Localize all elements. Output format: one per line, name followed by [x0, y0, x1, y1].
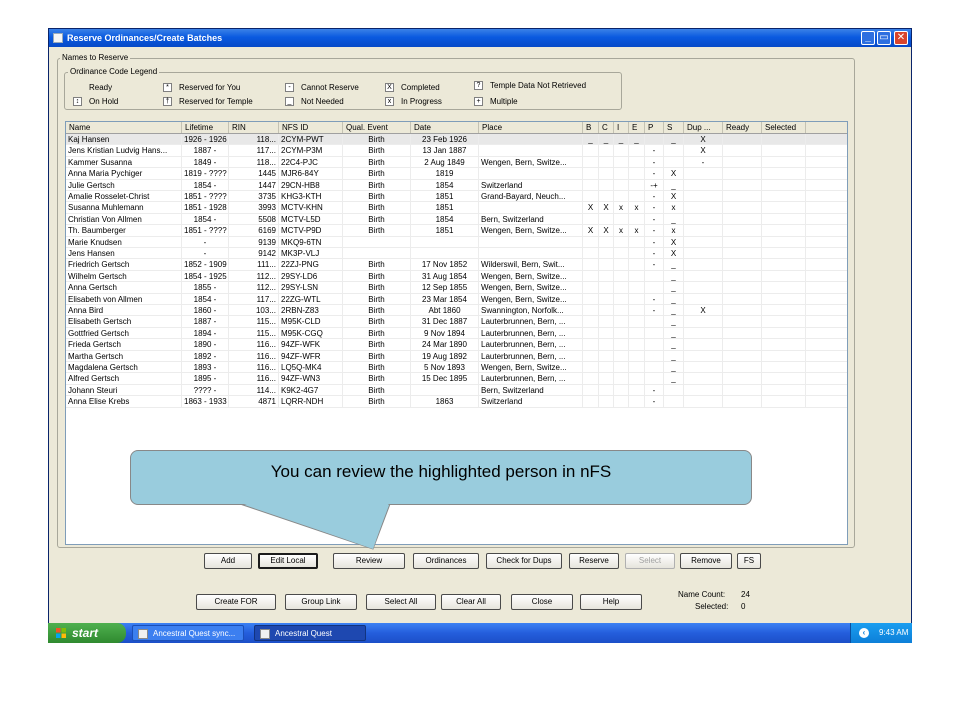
- selected-count-value: 0: [741, 602, 746, 611]
- add-button[interactable]: Add: [204, 553, 252, 569]
- close-button[interactable]: Close: [511, 594, 573, 610]
- ordinances-button[interactable]: Ordinances: [413, 553, 479, 569]
- name-count-label: Name Count:: [678, 590, 726, 599]
- taskbar-item-sync[interactable]: Ancestral Quest sync...: [132, 625, 244, 641]
- name-count-value: 24: [741, 590, 750, 599]
- windows-logo-icon: [56, 628, 66, 638]
- check-for-dups-button[interactable]: Check for Dups: [486, 553, 562, 569]
- edit-local-button[interactable]: Edit Local: [258, 553, 318, 569]
- clock: 9:43 AM: [879, 628, 909, 637]
- reserve-button[interactable]: Reserve: [569, 553, 619, 569]
- fs-button[interactable]: FS: [737, 553, 761, 569]
- selected-count-label: Selected:: [695, 602, 729, 611]
- help-button[interactable]: Help: [580, 594, 642, 610]
- taskbar-item-ancestral-quest[interactable]: Ancestral Quest: [254, 625, 366, 641]
- select-button[interactable]: Select: [625, 553, 675, 569]
- group-link-button[interactable]: Group Link: [285, 594, 357, 610]
- app-window-icon: [138, 629, 148, 639]
- create-for-button[interactable]: Create FOR: [196, 594, 276, 610]
- tray-arrow-icon[interactable]: ‹: [859, 628, 869, 638]
- start-label: start: [72, 626, 99, 640]
- callout-text: You can review the highlighted person in…: [270, 462, 612, 481]
- select-all-button[interactable]: Select All: [366, 594, 436, 610]
- app-window-icon: [260, 629, 270, 639]
- taskbar-item-label: Ancestral Quest: [275, 629, 332, 638]
- clear-all-button[interactable]: Clear All: [441, 594, 501, 610]
- system-tray: ‹ 9:43 AM: [850, 623, 912, 643]
- callout-pointer-cover: [241, 503, 389, 549]
- review-button[interactable]: Review: [333, 553, 405, 569]
- taskbar-item-label: Ancestral Quest sync...: [153, 629, 236, 638]
- start-button[interactable]: start: [48, 623, 126, 643]
- remove-button[interactable]: Remove: [680, 553, 732, 569]
- taskbar: start Ancestral Quest sync... Ancestral …: [48, 623, 912, 643]
